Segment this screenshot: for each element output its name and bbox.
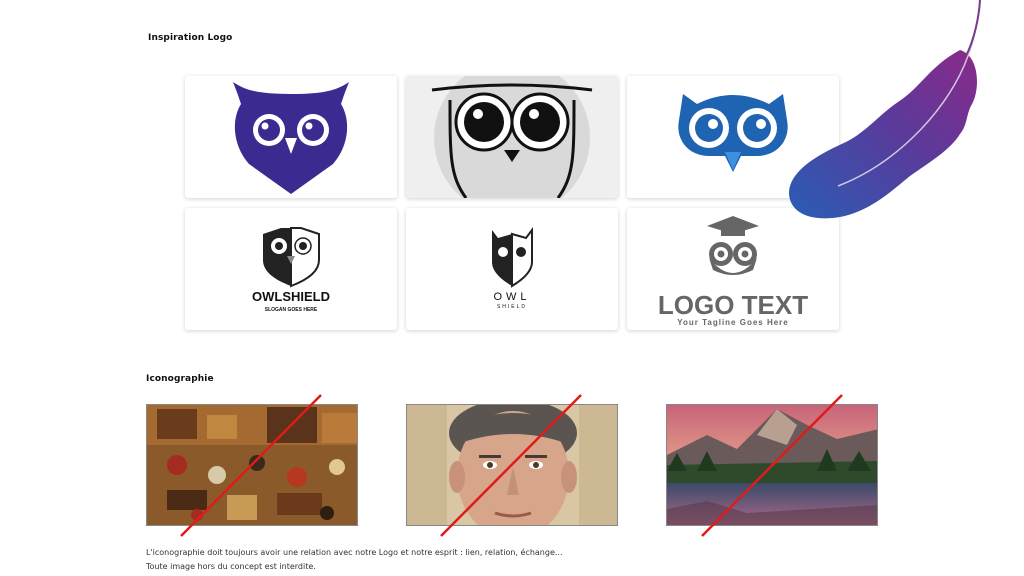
owl-shield-minimal-icon: OWL SHIELD: [492, 227, 533, 310]
logo-card-owl-shield: OWL SHIELD: [406, 208, 618, 330]
purple-heart-owl-icon: [233, 82, 349, 194]
owl-wordmark: OWL: [493, 291, 530, 303]
logo-text-tagline: Your Tagline Goes Here: [677, 318, 789, 327]
logo-card-grey-owl: [406, 76, 618, 198]
owlshield-wordmark: OWLSHIELD: [252, 289, 330, 304]
owlshield-slogan: SLOGAN GOES HERE: [265, 307, 318, 313]
owlshield-icon: OWLSHIELD SLOGAN GOES HERE: [252, 227, 330, 313]
inspiration-logo-heading: Inspiration Logo: [148, 33, 233, 43]
iconography-note-line1: L'iconographie doit toujours avoir une r…: [146, 548, 563, 557]
shield-wordmark: SHIELD: [497, 304, 527, 310]
logo-card-owlshield: OWLSHIELD SLOGAN GOES HERE: [185, 208, 397, 330]
grey-round-owl-icon: [431, 76, 593, 198]
iconography-note-line2: Toute image hors du concept est interdit…: [146, 562, 316, 571]
iconography-heading: Iconographie: [146, 374, 214, 384]
man-portrait-image: [407, 405, 617, 525]
logo-card-purple-owl: [185, 76, 397, 198]
mountain-lake-image: [667, 405, 877, 525]
logo-text-wordmark: LOGO TEXT: [658, 290, 808, 320]
photo-man-portrait: [406, 404, 618, 526]
medieval-painting-image: [147, 405, 357, 525]
photo-mountain-lake: [666, 404, 878, 526]
feather-icon: [789, 0, 981, 219]
photo-medieval-painting: [146, 404, 358, 526]
